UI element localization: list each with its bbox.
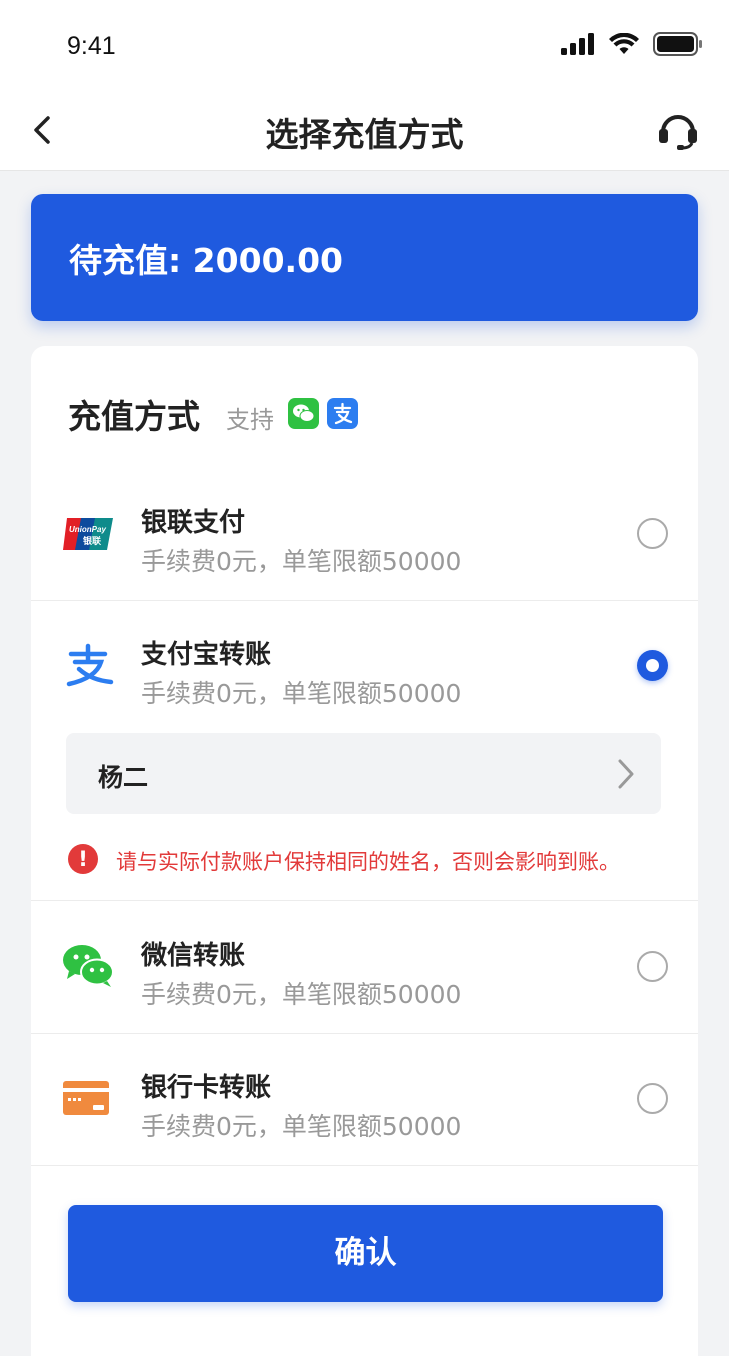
radio-unionpay[interactable] (637, 518, 668, 549)
svg-text:UnionPay: UnionPay (69, 525, 106, 534)
support-label: 支持 (226, 406, 274, 434)
radio-bank-card[interactable] (637, 1083, 668, 1114)
payer-name: 杨二 (98, 763, 149, 792)
method-row-bank-card[interactable]: 银行卡转账 手续费0元，单笔限额50000 (31, 1033, 698, 1165)
method-desc: 手续费0元，单笔限额50000 (141, 1112, 462, 1141)
page-title: 选择充值方式 (265, 115, 464, 154)
method-desc: 手续费0元，单笔限额50000 (141, 980, 462, 1009)
alipay-icon (327, 398, 358, 429)
amount-card: 待充值: 2000.00 (31, 194, 698, 321)
method-name: 银行卡转账 (141, 1073, 272, 1103)
payer-name-selector[interactable]: 杨二 (66, 733, 661, 814)
alipay-icon (61, 638, 115, 692)
radio-alipay[interactable] (637, 650, 668, 681)
nav-bar: 选择充值方式 (0, 90, 729, 170)
method-name: 支付宝转账 (141, 640, 272, 670)
unionpay-icon: UnionPay 银联 (61, 506, 115, 560)
wifi-icon (609, 33, 639, 54)
signal-icon (561, 33, 594, 55)
method-desc: 手续费0元，单笔限额50000 (141, 547, 462, 576)
warning-text: 请与实际付款账户保持相同的姓名，否则会影响到账。 (116, 850, 620, 874)
pending-amount: 待充值: 2000.00 (69, 241, 343, 280)
radio-wechat[interactable] (637, 951, 668, 982)
alert-icon: ! (68, 844, 98, 874)
wechat-icon (61, 939, 115, 993)
wechat-icon (288, 398, 319, 429)
method-row-wechat[interactable]: 微信转账 手续费0元，单笔限额50000 (31, 901, 698, 1033)
method-desc: 手续费0元，单笔限额50000 (141, 679, 462, 708)
method-row-unionpay[interactable]: UnionPay 银联 银联支付 手续费0元，单笔限额50000 (31, 468, 698, 600)
method-row-alipay[interactable]: 支付宝转账 手续费0元，单笔限额50000 (31, 600, 698, 732)
section-title: 充值方式 (68, 397, 200, 436)
status-bar: 9:41 (0, 0, 729, 90)
headset-icon (659, 115, 697, 150)
method-name: 微信转账 (141, 941, 246, 971)
confirm-button[interactable]: 确认 (68, 1205, 663, 1302)
payment-method-card: 充值方式 支持 UnionPay 银联 银联支付 手续费0元，单笔限额50000 (31, 346, 698, 1356)
top-bar: 9:41 选择充值方式 (0, 0, 729, 171)
customer-service-button[interactable] (657, 108, 699, 152)
divider (31, 1165, 698, 1166)
battery-icon (653, 32, 702, 56)
svg-text:银联: 银联 (83, 535, 102, 547)
method-name: 银联支付 (141, 508, 246, 538)
status-time: 9:41 (67, 32, 116, 60)
bank-card-icon (61, 1071, 115, 1125)
chevron-right-icon (618, 759, 634, 789)
status-icons (561, 32, 703, 56)
